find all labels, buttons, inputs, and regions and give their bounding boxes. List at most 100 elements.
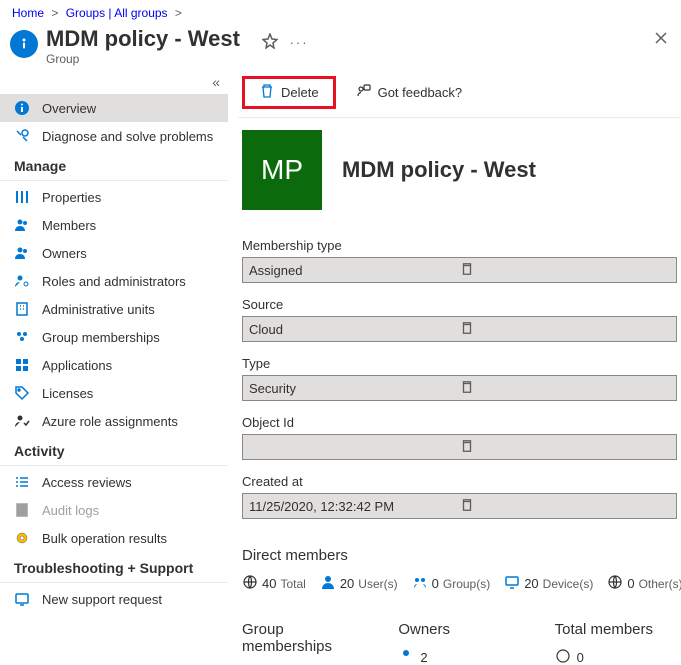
main-panel: Delete Got feedback? MP MDM policy - Wes… [228, 72, 681, 665]
field-label: Object Id [242, 415, 677, 430]
sidebar: « Overview Diagnose and solve problems M… [0, 72, 228, 665]
summary-total-members: Total members 0 [555, 621, 681, 665]
summary-title: Group memberships [242, 621, 368, 655]
field-value[interactable]: Assigned [242, 257, 677, 283]
delete-label: Delete [281, 85, 319, 100]
info-icon [10, 30, 38, 58]
info-circle-icon [14, 100, 30, 116]
field-created-at: Created at 11/25/2020, 12:32:42 PM [238, 474, 681, 519]
field-object-id: Object Id [238, 415, 681, 460]
sidebar-item-label: Access reviews [42, 475, 132, 490]
user-gear-icon [14, 273, 30, 289]
sliders-icon [14, 189, 30, 205]
field-value[interactable]: 11/25/2020, 12:32:42 PM [242, 493, 677, 519]
wrench-icon [14, 128, 30, 144]
field-value[interactable]: Security [242, 375, 677, 401]
toolbar: Delete Got feedback? [238, 72, 681, 118]
sidebar-item-label: Members [42, 218, 96, 233]
sidebar-item-admin-units[interactable]: Administrative units [0, 295, 228, 323]
sidebar-item-label: Roles and administrators [42, 274, 186, 289]
tag-icon [14, 385, 30, 401]
building-icon [14, 301, 30, 317]
breadcrumb-sep: > [47, 6, 62, 20]
sidebar-item-applications[interactable]: Applications [0, 351, 228, 379]
sidebar-item-label: Owners [42, 246, 87, 261]
sidebar-item-support-request[interactable]: New support request [0, 585, 228, 613]
copy-icon[interactable] [460, 498, 671, 515]
page-title: MDM policy - West [46, 26, 240, 52]
copy-icon[interactable] [460, 439, 671, 456]
direct-members-stats: 40 Total 20 User(s) 0 Group(s) 20 Device… [238, 574, 681, 593]
sidebar-item-label: Diagnose and solve problems [42, 129, 213, 144]
grid-icon [14, 357, 30, 373]
summary-title: Owners [398, 621, 524, 638]
group-icon [412, 574, 428, 593]
field-label: Membership type [242, 238, 677, 253]
field-type: Type Security [238, 356, 681, 401]
sidebar-item-bulk-ops[interactable]: Bulk operation results [0, 524, 228, 552]
breadcrumb-sep: > [171, 6, 186, 20]
bottom-summary: Group memberships 0 Owners 2 Total membe… [238, 621, 681, 665]
sidebar-item-audit-logs: Audit logs [0, 496, 228, 524]
person-check-icon [14, 413, 30, 429]
group-icon [14, 329, 30, 345]
more-icon[interactable]: ··· [290, 35, 309, 50]
stat-total[interactable]: 40 Total [242, 574, 306, 593]
breadcrumb-groups[interactable]: Groups | All groups [66, 6, 168, 20]
trash-icon [259, 83, 275, 102]
sidebar-item-properties[interactable]: Properties [0, 183, 228, 211]
sidebar-item-owners[interactable]: Owners [0, 239, 228, 267]
stat-groups[interactable]: 0 Group(s) [412, 574, 491, 593]
users-icon [14, 217, 30, 233]
field-value[interactable] [242, 434, 677, 460]
sidebar-item-diagnose[interactable]: Diagnose and solve problems [0, 122, 228, 150]
sidebar-item-label: New support request [42, 592, 162, 607]
group-avatar: MP [242, 130, 322, 210]
field-label: Source [242, 297, 677, 312]
sidebar-item-label: Azure role assignments [42, 414, 178, 429]
sidebar-section-activity: Activity [0, 435, 228, 466]
sidebar-section-manage: Manage [0, 150, 228, 181]
stat-users[interactable]: 20 User(s) [320, 574, 398, 593]
checklist-icon [14, 474, 30, 490]
group-name: MDM policy - West [342, 157, 536, 183]
sidebar-item-azure-roles[interactable]: Azure role assignments [0, 407, 228, 435]
collapse-sidebar-icon[interactable]: « [0, 72, 228, 94]
group-header: MP MDM policy - West [238, 130, 681, 210]
globe-icon [242, 574, 258, 593]
close-button[interactable] [653, 30, 669, 49]
copy-icon[interactable] [460, 380, 671, 397]
sidebar-section-troubleshooting: Troubleshooting + Support [0, 552, 228, 583]
sidebar-item-overview[interactable]: Overview [0, 94, 228, 122]
sidebar-item-members[interactable]: Members [0, 211, 228, 239]
field-label: Type [242, 356, 677, 371]
summary-title: Total members [555, 621, 681, 638]
sidebar-item-roles[interactable]: Roles and administrators [0, 267, 228, 295]
support-icon [14, 591, 30, 607]
copy-icon[interactable] [460, 262, 671, 279]
field-value[interactable]: Cloud [242, 316, 677, 342]
feedback-button[interactable]: Got feedback? [356, 83, 463, 102]
sidebar-item-access-reviews[interactable]: Access reviews [0, 468, 228, 496]
breadcrumb-home[interactable]: Home [12, 6, 44, 20]
field-source: Source Cloud [238, 297, 681, 342]
feedback-label: Got feedback? [378, 85, 463, 100]
breadcrumb: Home > Groups | All groups > [0, 0, 681, 24]
log-icon [14, 502, 30, 518]
delete-button[interactable]: Delete [242, 76, 336, 109]
stat-devices[interactable]: 20 Device(s) [504, 574, 593, 593]
sidebar-item-label: Overview [42, 101, 96, 116]
sidebar-item-label: Properties [42, 190, 101, 205]
stat-others[interactable]: 0 Other(s) [607, 574, 681, 593]
copy-icon[interactable] [460, 321, 671, 338]
sidebar-item-licenses[interactable]: Licenses [0, 379, 228, 407]
sidebar-item-label: Bulk operation results [42, 531, 167, 546]
page-subtitle: Group [46, 52, 653, 66]
sidebar-item-label: Licenses [42, 386, 93, 401]
field-membership-type: Membership type Assigned [238, 238, 681, 283]
sidebar-item-label: Applications [42, 358, 112, 373]
owners-icon [14, 245, 30, 261]
sidebar-item-label: Audit logs [42, 503, 99, 518]
pin-icon[interactable] [262, 33, 278, 52]
sidebar-item-group-memberships[interactable]: Group memberships [0, 323, 228, 351]
